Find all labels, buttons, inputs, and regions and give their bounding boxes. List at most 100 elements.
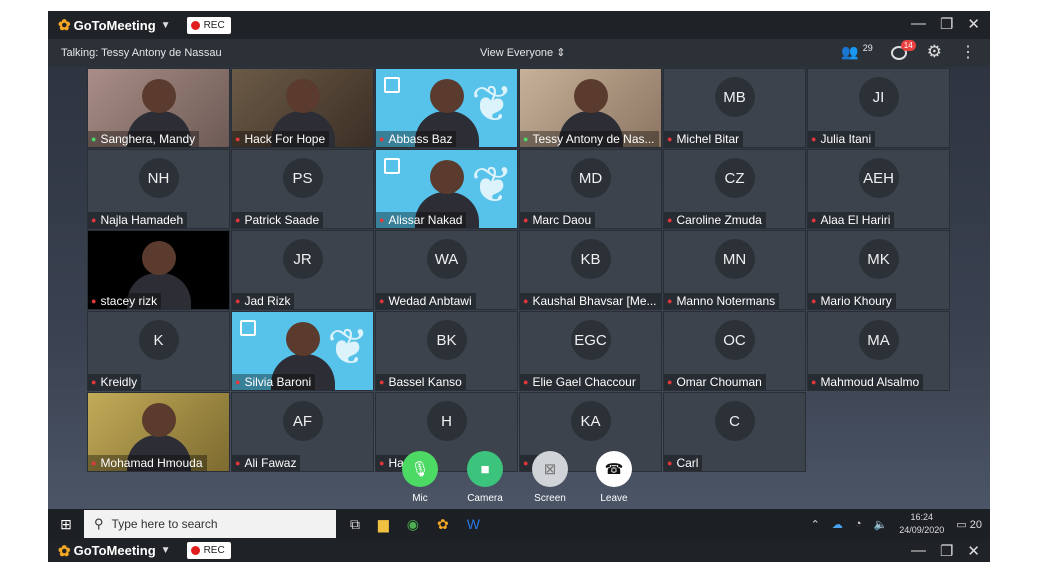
participants-button[interactable]: 👥 29 [841,43,872,61]
chrome-icon[interactable]: ◉ [407,516,419,533]
restore-button[interactable]: ❐ [940,542,953,560]
participant-initials: KA [570,401,611,441]
mic-muted-icon: ● [523,377,529,387]
participant-initials: CZ [714,158,755,198]
mic-muted-icon: ● [523,296,529,306]
participant-tile[interactable]: BK ● Bassel Kanso [375,311,518,391]
participant-name-bar: ● Patrick Saade [232,212,324,228]
camera-control[interactable]: ■ Camera [457,451,513,504]
participant-tile[interactable]: ❦ ● Abbass Baz [375,68,518,148]
notification-icon: ▭ [956,518,967,531]
screen-share-icon: ⊠ [532,451,568,487]
clock-date: 24/09/2020 [899,525,945,535]
gotomeeting-taskbar-icon[interactable]: ✿ [437,516,449,533]
participant-name-bar: ● Sanghera, Mandy [88,131,200,147]
participant-tile[interactable]: JI ● Julia Itani [807,68,950,148]
leave-control[interactable]: ☎ Leave [586,451,642,504]
participant-initials: BK [426,320,467,360]
notification-center[interactable]: ▭ 20 [956,518,982,531]
participant-name: Hack For Hope [244,132,326,146]
recording-indicator-2[interactable]: REC [186,542,231,559]
onedrive-icon[interactable]: ☁ [832,518,843,531]
mic-muted-icon: ● [667,134,673,144]
minimize-button[interactable]: — [911,15,926,33]
participant-name: Tessy Antony de Nas... [532,132,655,146]
participant-name-bar: ● stacey rizk [88,293,162,309]
participant-tile[interactable]: KB ● Kaushal Bhavsar [Me... [519,230,662,310]
participant-tile[interactable]: ● Tessy Antony de Nas... [519,68,662,148]
clock[interactable]: 16:24 24/09/2020 [899,511,944,537]
mic-label: Mic [412,493,428,504]
participant-tile[interactable]: EGC ● Elie Gael Chaccour [519,311,662,391]
participant-tile[interactable]: PS ● Patrick Saade [231,149,374,229]
participant-tile[interactable]: OC ● Omar Chouman [663,311,806,391]
mic-muted-icon: ● [811,134,817,144]
settings-gear-icon[interactable]: ⚙ [927,42,942,62]
more-options-icon[interactable]: ⋮ [960,42,976,62]
participant-tile[interactable]: K ● Kreidly [87,311,230,391]
participant-name: stacey rizk [100,294,158,308]
app-menu-2[interactable]: ✿ GoToMeeting ▼ [58,542,171,560]
minimize-button[interactable]: — [911,542,926,560]
participant-tile[interactable]: AEH ● Alaa El Hariri [807,149,950,229]
participant-name: Caroline Zmuda [676,213,762,227]
title-bar: ✿ GoToMeeting ▼ REC — ❐ ✕ [48,11,990,39]
record-icon [190,20,200,30]
volume-icon[interactable]: 🔈 [874,518,888,531]
participant-name: Michel Bitar [676,132,740,146]
close-button[interactable]: ✕ [967,15,980,33]
participant-initials: MK [858,239,899,279]
recording-indicator[interactable]: REC [186,16,231,34]
participant-tile[interactable]: ❦ ● Silvia Baroni [231,311,374,391]
participant-name-bar: ● Kaushal Bhavsar [Me... [520,293,661,309]
file-explorer-icon[interactable]: ▆ [378,516,389,533]
mic-muted-icon: ● [91,215,97,225]
leave-label: Leave [600,493,628,504]
chevron-up-icon[interactable]: ⌃ [811,518,820,531]
chat-button[interactable]: 14 [890,40,916,61]
participant-video-head [573,79,608,113]
mic-control[interactable]: 🎙 Mic [392,451,448,504]
screen-control[interactable]: ⊠ Screen [522,451,578,504]
participant-tile[interactable]: ❦ ● Alissar Nakad [375,149,518,229]
meeting-info-bar: Talking: Tessy Antony de Nassau View Eve… [48,39,990,67]
participant-tile[interactable]: MK ● Mario Khoury [807,230,950,310]
participant-tile[interactable]: ● Hack For Hope [231,68,374,148]
participant-name: Abbass Baz [388,132,453,146]
participant-tile[interactable]: MB ● Michel Bitar [663,68,806,148]
participant-initials: MD [570,158,611,198]
participant-tile[interactable]: MN ● Manno Notermans [663,230,806,310]
network-icon[interactable]: ◔ [855,518,862,530]
app-menu[interactable]: ✿ GoToMeeting ▼ [58,16,171,34]
participant-tile[interactable]: JR ● Jad Rizk [231,230,374,310]
participant-name: Sanghera, Mandy [100,132,196,146]
participant-tile[interactable]: WA ● Wedad Anbtawi [375,230,518,310]
word-icon[interactable]: W [467,516,480,533]
restore-button[interactable]: ❐ [940,15,953,33]
participant-name: Wedad Anbtawi [388,294,472,308]
screen-label: Screen [534,493,566,504]
participant-name: Bassel Kanso [388,375,462,389]
participant-tile[interactable]: MA ● Mahmoud Alsalmo [807,311,950,391]
participant-initials: WA [426,239,467,279]
participant-name: Omar Chouman [676,375,762,389]
windows-taskbar: ⊞ ⚲ Type here to search ⧉ ▆ ◉ ✿ W ⌃ ☁ ◔ … [48,509,990,539]
camera-label: Camera [467,493,503,504]
participant-tile[interactable]: ● stacey rizk [87,230,230,310]
participant-name: Najla Hamadeh [100,213,184,227]
participant-name-bar: ● Kreidly [88,374,142,390]
participant-tile[interactable]: CZ ● Caroline Zmuda [663,149,806,229]
participant-tile[interactable]: ● Sanghera, Mandy [87,68,230,148]
participant-initials: JR [282,239,323,279]
mic-muted-icon: ● [379,134,385,144]
windows-start-icon[interactable]: ⊞ [48,516,84,533]
close-button[interactable]: ✕ [967,542,980,560]
wing-logo-icon: ❦ [327,319,369,375]
taskbar-search[interactable]: ⚲ Type here to search [84,510,336,538]
participant-tile[interactable]: NH ● Najla Hamadeh [87,149,230,229]
mic-muted-icon: ● [235,377,241,387]
task-view-icon[interactable]: ⧉ [350,516,360,533]
participant-tile[interactable]: MD ● Marc Daou [519,149,662,229]
search-placeholder: Type here to search [111,517,218,531]
view-mode-selector[interactable]: View Everyone ⇕ [480,46,565,59]
